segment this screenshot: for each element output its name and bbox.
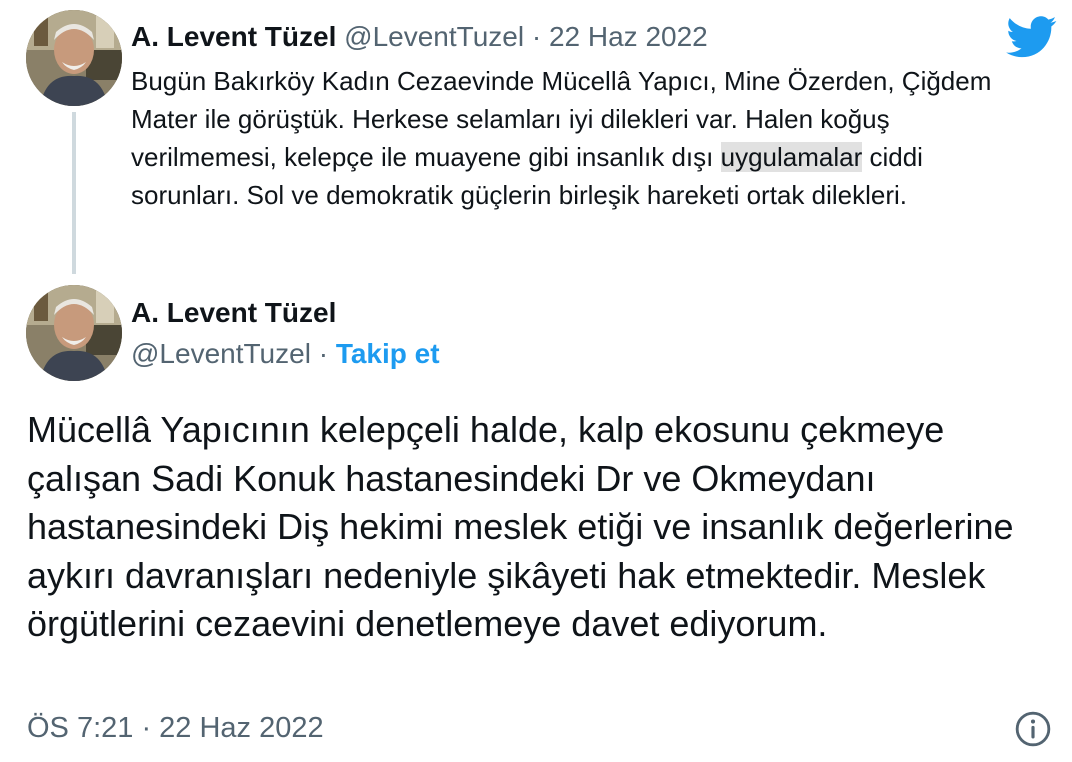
parent-author-handle[interactable]: @LeventTuzel xyxy=(344,21,524,52)
thread-connector-line xyxy=(72,112,76,274)
parent-tweet-date[interactable]: 22 Haz 2022 xyxy=(549,21,708,52)
header-separator: · xyxy=(531,21,542,52)
main-author-name[interactable]: A. Levent Tüzel xyxy=(131,296,336,330)
parent-author-avatar[interactable] xyxy=(26,10,122,106)
parent-tweet-text: Bugün Bakırköy Kadın Cezaevinde Mücellâ … xyxy=(131,62,1031,214)
main-author-subline: @LeventTuzel · Takip et xyxy=(131,337,440,371)
highlighted-word: uygulamalar xyxy=(720,142,863,172)
main-tweet-text: Mücellâ Yapıcının kelepçeli halde, kalp … xyxy=(27,409,1014,644)
info-icon[interactable] xyxy=(1014,710,1052,748)
avatar-photo xyxy=(26,10,122,106)
parent-author-name[interactable]: A. Levent Tüzel xyxy=(131,21,336,52)
avatar-photo xyxy=(26,285,122,381)
twitter-bird-icon[interactable] xyxy=(1006,16,1058,58)
main-author-handle[interactable]: @LeventTuzel xyxy=(131,338,311,369)
subline-separator: · xyxy=(318,338,329,369)
main-author-avatar[interactable] xyxy=(26,285,122,381)
parent-tweet-header: A. Levent Tüzel @LeventTuzel · 22 Haz 20… xyxy=(131,20,708,54)
tweet-timestamp[interactable]: ÖS 7:21 · 22 Haz 2022 xyxy=(27,710,324,746)
follow-button[interactable]: Takip et xyxy=(336,338,440,369)
